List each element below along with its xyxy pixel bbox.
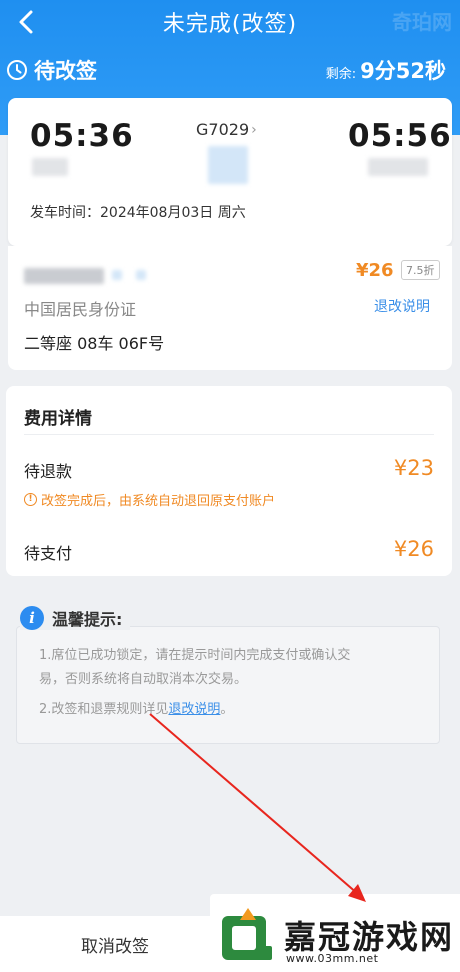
watermark-text: 奇珀网 <box>392 10 452 34</box>
tip-line-1b: 易，否则系统将自动取消本次交易。 <box>39 672 248 687</box>
refund-label: 待退款 <box>24 462 73 481</box>
info-icon: i <box>20 606 44 630</box>
divider <box>24 434 434 435</box>
tip-line-2-prefix: 2.改签和退票规则详见 <box>39 702 169 717</box>
train-card[interactable]: 05:36 05:56 G7029 › 发车时间：2024年08月03日 周六 <box>8 98 452 246</box>
passenger-name-redacted <box>24 268 104 284</box>
depart-time: 05:36 <box>30 118 134 154</box>
passenger-card: ¥26 7.5折 中国居民身份证 退改说明 二等座 08车 06F号 <box>8 246 452 370</box>
clock-icon <box>7 60 27 80</box>
tip-line-2: 2.改签和退票规则详见退改说明。 <box>39 699 233 721</box>
logo-icon <box>222 908 272 960</box>
back-button[interactable] <box>6 4 46 40</box>
arrive-station-redacted <box>368 158 428 176</box>
logo-url: www.03mm.net <box>286 952 379 965</box>
redacted-mark <box>112 270 122 280</box>
id-type: 中国居民身份证 <box>24 300 137 319</box>
tip-line-2-suffix: 。 <box>220 702 234 717</box>
tip-refund-rules-link[interactable]: 退改说明 <box>168 702 220 717</box>
chevron-left-icon <box>19 10 33 34</box>
pay-amount: ¥26 <box>393 537 434 561</box>
depart-station-redacted <box>32 158 68 176</box>
redacted-mark <box>136 270 146 280</box>
navbar: 未完成(改签) 奇珀网 <box>0 0 460 44</box>
arrive-time: 05:56 <box>348 118 452 154</box>
warning-icon: ! <box>24 493 37 506</box>
status-row: 待改签 剩余: 9分52秒 <box>0 52 460 88</box>
countdown: 9分52秒 <box>360 59 446 83</box>
tips-title: 温馨提示: <box>52 610 123 629</box>
ticket-price: ¥26 <box>356 260 394 281</box>
tips-header: i 温馨提示: <box>20 606 131 630</box>
seat-info: 二等座 08车 06F号 <box>24 334 165 353</box>
fee-details-card: 费用详情 待退款 ¥23 ! 改签完成后，由系统自动退回原支付账户 待支付 ¥2… <box>6 386 452 576</box>
chevron-right-icon: › <box>251 121 257 138</box>
refund-amount: ¥23 <box>393 456 434 480</box>
depart-date: 发车时间：2024年08月03日 周六 <box>30 205 246 221</box>
watermark-logo: 嘉冠游戏网 www.03mm.net <box>210 894 460 972</box>
tips-box: 1.席位已成功锁定，请在提示时间内完成支付或确认交 易，否则系统将自动取消本次交… <box>16 626 440 744</box>
train-number: G7029 <box>196 120 250 139</box>
refund-rules-link[interactable]: 退改说明 <box>374 296 430 316</box>
duration-redacted <box>208 146 248 184</box>
pay-label: 待支付 <box>24 544 73 563</box>
remain-label: 剩余: <box>325 67 357 82</box>
tip-line-1a: 1.席位已成功锁定，请在提示时间内完成支付或确认交 <box>39 648 351 663</box>
fee-title: 费用详情 <box>24 409 92 429</box>
cancel-change-button[interactable]: 取消改签 <box>0 916 230 972</box>
page-title: 未完成(改签) <box>162 12 298 37</box>
status-label: 待改签 <box>34 59 97 83</box>
train-number-link[interactable]: G7029 › <box>196 120 257 139</box>
refund-note-text: 改签完成后，由系统自动退回原支付账户 <box>41 494 276 509</box>
discount-badge: 7.5折 <box>401 260 440 280</box>
refund-note: ! 改签完成后，由系统自动退回原支付账户 <box>24 490 275 509</box>
